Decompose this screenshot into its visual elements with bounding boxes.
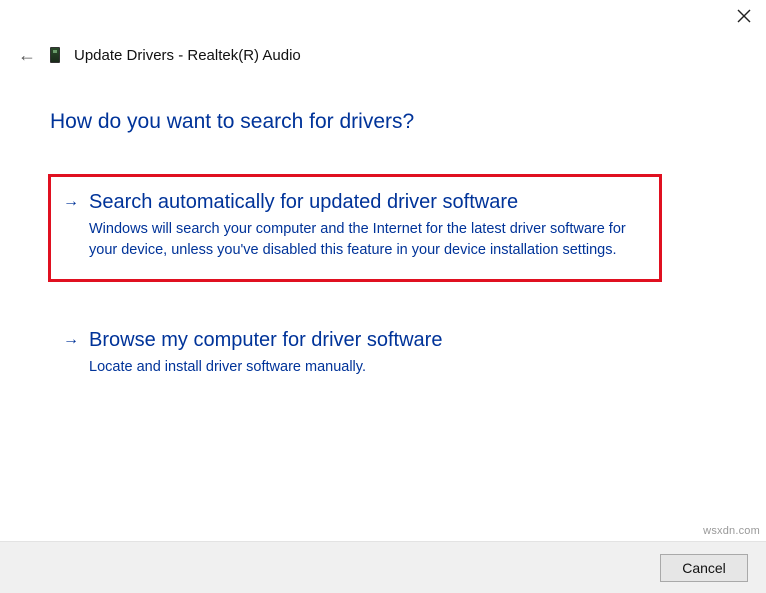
close-icon[interactable] bbox=[736, 8, 752, 24]
page-title: Update Drivers - Realtek(R) Audio bbox=[74, 47, 301, 64]
option-title: Browse my computer for driver software bbox=[89, 327, 442, 353]
option-browse-computer[interactable]: → Browse my computer for driver software… bbox=[48, 312, 662, 399]
wizard-question: How do you want to search for drivers? bbox=[50, 110, 414, 134]
arrow-right-icon: → bbox=[63, 327, 79, 353]
option-description: Locate and install driver software manua… bbox=[89, 357, 639, 378]
arrow-right-icon: → bbox=[63, 189, 79, 215]
cancel-button[interactable]: Cancel bbox=[660, 554, 748, 582]
footer-bar: Cancel bbox=[0, 541, 766, 593]
option-search-automatically[interactable]: → Search automatically for updated drive… bbox=[48, 174, 662, 282]
option-description: Windows will search your computer and th… bbox=[89, 219, 639, 261]
driver-chip-icon bbox=[50, 47, 60, 63]
back-arrow-icon[interactable]: ← bbox=[18, 46, 36, 64]
wizard-header: ← Update Drivers - Realtek(R) Audio bbox=[18, 46, 301, 64]
watermark-text: wsxdn.com bbox=[703, 525, 760, 537]
option-title: Search automatically for updated driver … bbox=[89, 189, 518, 215]
